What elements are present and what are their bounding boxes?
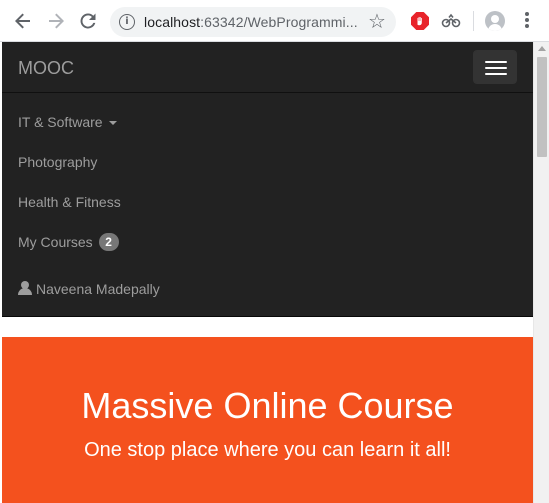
user-icon: [18, 281, 32, 295]
reload-icon[interactable]: [76, 9, 100, 33]
back-arrow-icon[interactable]: [11, 9, 35, 33]
url-text[interactable]: localhost:63342/WebProgrammi...: [144, 14, 358, 30]
course-count-badge: 2: [98, 233, 119, 251]
nav-item-my-courses[interactable]: My Courses 2: [18, 233, 119, 251]
kebab-menu-icon[interactable]: [521, 12, 533, 30]
nav-item-label: IT & Software: [18, 114, 103, 130]
vertical-scrollbar[interactable]: [533, 42, 549, 503]
nav-item-label: Photography: [18, 154, 98, 170]
hero-subtitle: One stop place where you can learn it al…: [84, 439, 451, 461]
nav-item-it-software[interactable]: IT & Software: [18, 114, 117, 130]
hero-banner: Massive Online Course One stop place whe…: [2, 337, 533, 503]
hamburger-menu-icon[interactable]: [473, 50, 517, 84]
adblock-extension-icon[interactable]: [411, 12, 429, 30]
nav-item-label: My Courses: [18, 234, 93, 250]
toolbar-separator: [473, 11, 474, 31]
address-bar[interactable]: i localhost:63342/WebProgrammi... ☆: [110, 7, 396, 37]
user-name: Naveena Madepally: [36, 281, 160, 297]
browser-toolbar: i localhost:63342/WebProgrammi... ☆: [0, 0, 549, 42]
scroll-up-arrow-icon[interactable]: [538, 46, 546, 51]
hero-title: Massive Online Course: [81, 385, 454, 426]
page-viewport: MOOC IT & Software Photography Health & …: [0, 42, 533, 503]
nav-item-health-fitness[interactable]: Health & Fitness: [18, 194, 121, 210]
nav-item-label: Health & Fitness: [18, 194, 121, 210]
navbar-divider: [2, 92, 533, 93]
scrollbar-thumb[interactable]: [537, 57, 547, 157]
nav-item-photography[interactable]: Photography: [18, 154, 97, 170]
profile-avatar-icon[interactable]: [485, 11, 505, 31]
info-icon[interactable]: i: [119, 14, 135, 30]
star-icon[interactable]: ☆: [368, 10, 386, 34]
nav-item-user[interactable]: Naveena Madepally: [18, 281, 160, 297]
navbar: MOOC IT & Software Photography Health & …: [2, 42, 533, 317]
extension-icon[interactable]: [441, 12, 461, 30]
forward-arrow-icon[interactable]: [44, 9, 68, 33]
caret-down-icon: [108, 121, 117, 126]
navbar-brand[interactable]: MOOC: [18, 58, 74, 79]
